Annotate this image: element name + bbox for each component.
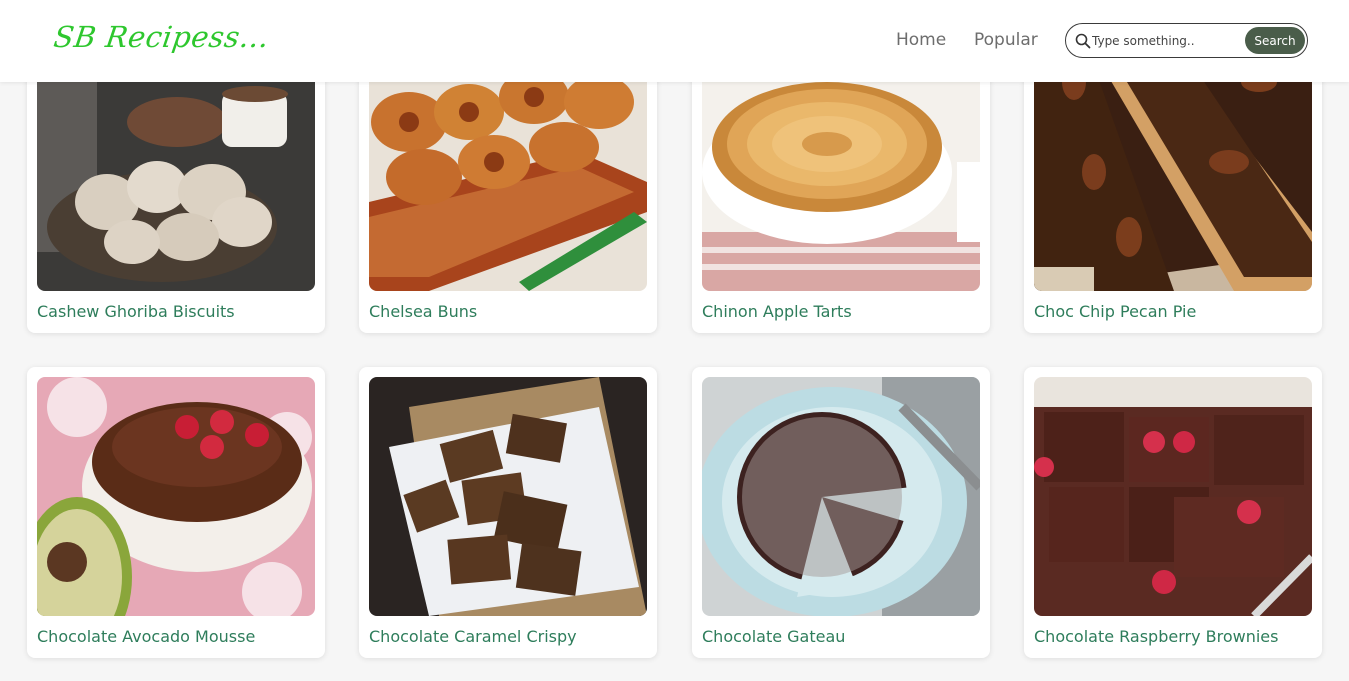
recipe-card[interactable]: Chocolate Avocado Mousse	[27, 367, 325, 658]
recipe-card[interactable]: Chinon Apple Tarts	[692, 42, 990, 333]
navbar: SB Recipess... Home Popular Search	[0, 0, 1349, 82]
recipe-image[interactable]	[369, 377, 647, 616]
recipe-title[interactable]: Chocolate Caramel Crispy	[369, 627, 577, 646]
recipe-title[interactable]: Cashew Ghoriba Biscuits	[37, 302, 235, 321]
recipe-card[interactable]: Chocolate Caramel Crispy	[359, 367, 657, 658]
recipe-card[interactable]: Choc Chip Pecan Pie	[1024, 42, 1322, 333]
recipe-image[interactable]	[702, 52, 980, 291]
search-button[interactable]: Search	[1245, 27, 1305, 54]
search-bar: Search	[1065, 23, 1308, 58]
site-logo[interactable]: SB Recipess...	[52, 20, 272, 54]
recipe-image[interactable]	[1034, 377, 1312, 616]
recipe-title[interactable]: Chinon Apple Tarts	[702, 302, 852, 321]
recipe-image[interactable]	[702, 377, 980, 616]
nav-home-link[interactable]: Home	[896, 30, 946, 50]
recipe-title[interactable]: Chocolate Raspberry Brownies	[1034, 627, 1278, 646]
recipe-card[interactable]: Chelsea Buns	[359, 42, 657, 333]
search-icon	[1075, 33, 1091, 49]
recipe-image[interactable]	[37, 52, 315, 291]
nav-popular-link[interactable]: Popular	[974, 30, 1038, 50]
search-input[interactable]	[1092, 30, 1242, 52]
recipe-title[interactable]: Chocolate Avocado Mousse	[37, 627, 255, 646]
recipe-image[interactable]	[1034, 52, 1312, 291]
recipe-image[interactable]	[369, 52, 647, 291]
recipe-title[interactable]: Choc Chip Pecan Pie	[1034, 302, 1196, 321]
recipe-card[interactable]: Chocolate Gateau	[692, 367, 990, 658]
recipe-card[interactable]: Cashew Ghoriba Biscuits	[27, 42, 325, 333]
recipe-title[interactable]: Chocolate Gateau	[702, 627, 845, 646]
recipe-title[interactable]: Chelsea Buns	[369, 302, 477, 321]
recipe-card[interactable]: Chocolate Raspberry Brownies	[1024, 367, 1322, 658]
recipe-image[interactable]	[37, 377, 315, 616]
